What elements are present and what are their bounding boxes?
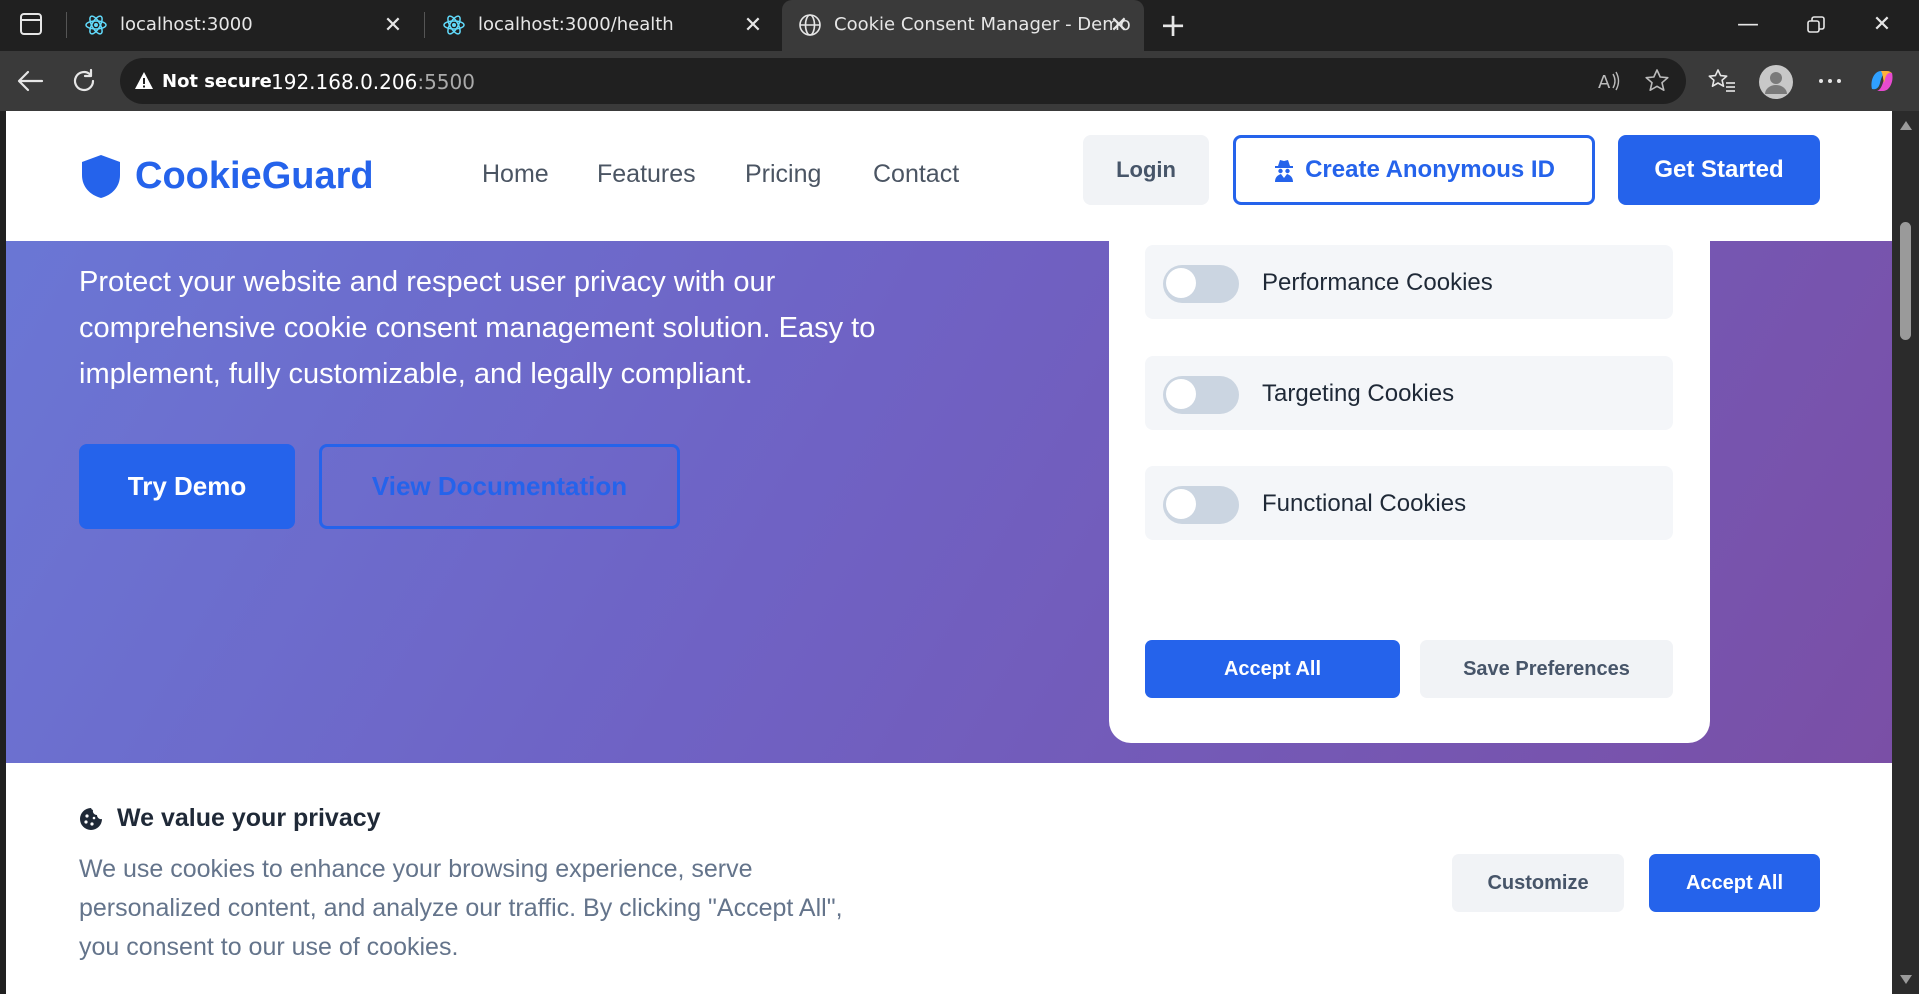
create-anonymous-id-button[interactable]: Create Anonymous ID (1233, 135, 1595, 205)
hero-description: Protect your website and respect user pr… (79, 266, 876, 390)
toggle-knob (1166, 489, 1196, 519)
tab-separator (66, 12, 67, 38)
tab-title: Cookie Consent Manager - Demo (834, 14, 1131, 35)
view-documentation-button[interactable]: View Documentation (319, 444, 680, 529)
functional-toggle[interactable] (1163, 486, 1239, 524)
minimize-icon[interactable]: — (1728, 8, 1768, 42)
customize-button[interactable]: Customize (1452, 854, 1624, 912)
tab-title: localhost:3000 (120, 14, 253, 35)
sidebar-toggle-icon[interactable] (20, 13, 42, 35)
cookie-preferences-panel: Performance Cookies Targeting Cookies Fu… (1109, 155, 1710, 743)
nav-home[interactable]: Home (482, 160, 549, 189)
save-preferences-button[interactable]: Save Preferences (1420, 640, 1673, 698)
favorite-star-icon[interactable] (1644, 68, 1670, 94)
try-demo-button[interactable]: Try Demo (79, 444, 295, 529)
security-label: Not secure (162, 70, 272, 92)
preference-row-functional: Functional Cookies (1145, 466, 1673, 540)
back-icon[interactable] (10, 61, 50, 101)
user-secret-icon (1275, 160, 1294, 182)
address-bar[interactable]: Not secure 192.168.0.206:5500 A (120, 58, 1686, 104)
favorites-icon[interactable] (1706, 65, 1738, 97)
tab-bar: localhost:3000 ✕ localhost:3000/health ✕… (0, 0, 1919, 51)
globe-icon (799, 14, 821, 36)
close-icon[interactable]: ✕ (380, 12, 406, 38)
scroll-down-arrow-icon[interactable] (1900, 975, 1912, 984)
banner-title: We value your privacy (79, 804, 381, 833)
tab-health[interactable]: localhost:3000/health ✕ (426, 0, 778, 51)
security-indicator[interactable]: Not secure (134, 69, 272, 93)
svg-text:A: A (1598, 72, 1611, 93)
address-bar-row: Not secure 192.168.0.206:5500 A (0, 51, 1919, 111)
close-window-icon[interactable]: ✕ (1862, 8, 1902, 42)
toggle-knob (1166, 268, 1196, 298)
profile-avatar-icon[interactable] (1758, 64, 1794, 100)
nav-contact[interactable]: Contact (873, 160, 959, 189)
performance-toggle[interactable] (1163, 265, 1239, 303)
create-anonymous-id-label: Create Anonymous ID (1305, 156, 1555, 183)
preference-row-performance: Performance Cookies (1145, 245, 1673, 319)
site-header: CookieGuard Home Features Pricing Contac… (6, 111, 1892, 241)
warning-icon (135, 72, 153, 89)
close-icon[interactable]: ✕ (1106, 12, 1132, 38)
login-button[interactable]: Login (1083, 135, 1209, 205)
tab-separator (424, 12, 425, 38)
targeting-toggle[interactable] (1163, 376, 1239, 414)
nav-pricing[interactable]: Pricing (745, 160, 821, 189)
brand-logo[interactable]: CookieGuard (79, 153, 374, 199)
close-icon[interactable]: ✕ (740, 12, 766, 38)
more-options-icon[interactable] (1814, 65, 1846, 97)
browser-chrome: localhost:3000 ✕ localhost:3000/health ✕… (0, 0, 1919, 111)
restore-icon[interactable] (1796, 8, 1836, 42)
url-port: :5500 (417, 70, 475, 94)
url-text[interactable]: 192.168.0.206:5500 (271, 70, 475, 94)
preference-row-targeting: Targeting Cookies (1145, 356, 1673, 430)
scrollbar-thumb[interactable] (1900, 222, 1911, 340)
shield-icon (82, 155, 120, 198)
tab-cookie-demo[interactable]: Cookie Consent Manager - Demo ✕ (782, 0, 1144, 51)
banner-description: We use cookies to enhance your browsing … (79, 855, 843, 961)
cookie-consent-banner: We value your privacy We use cookies to … (6, 763, 1892, 994)
preference-label: Performance Cookies (1262, 269, 1493, 296)
copilot-icon[interactable] (1866, 65, 1898, 97)
page-viewport: Protect your website and respect user pr… (6, 111, 1892, 994)
cookie-icon (80, 807, 102, 830)
banner-accept-all-button[interactable]: Accept All (1649, 854, 1820, 912)
get-started-button[interactable]: Get Started (1618, 135, 1820, 205)
scroll-up-arrow-icon[interactable] (1900, 121, 1912, 130)
tab-title: localhost:3000/health (478, 14, 674, 35)
toggle-knob (1166, 379, 1196, 409)
brand-name: CookieGuard (135, 154, 374, 197)
banner-title-text: We value your privacy (117, 804, 381, 832)
react-icon (443, 15, 465, 35)
read-aloud-icon[interactable]: A (1596, 68, 1622, 94)
scrollbar[interactable] (1892, 111, 1919, 994)
url-host: 192.168.0.206 (271, 70, 418, 94)
preference-label: Targeting Cookies (1262, 380, 1455, 407)
tab-localhost[interactable]: localhost:3000 ✕ (68, 0, 418, 51)
nav-features[interactable]: Features (597, 160, 696, 189)
new-tab-icon[interactable]: + (1156, 8, 1190, 42)
react-icon (85, 15, 107, 35)
refresh-icon[interactable] (64, 61, 104, 101)
preference-label: Functional Cookies (1262, 490, 1467, 517)
panel-accept-all-button[interactable]: Accept All (1145, 640, 1400, 698)
